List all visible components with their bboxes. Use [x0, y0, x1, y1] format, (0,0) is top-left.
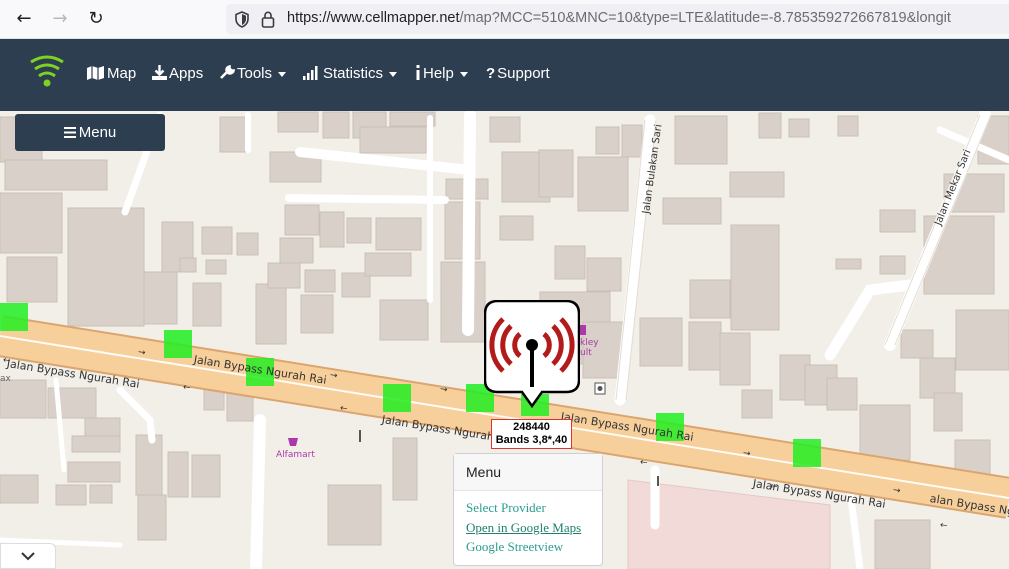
download-icon [152, 65, 167, 80]
url-text: https://www.cellmapper.net/map?MCC=510&M… [287, 10, 951, 26]
lock-icon [261, 11, 275, 28]
cellmapper-logo-icon[interactable] [29, 53, 65, 91]
reload-icon[interactable]: ↻ [84, 7, 108, 31]
cell-id: 248440 [513, 421, 550, 433]
svg-text:←: ← [939, 520, 948, 531]
nav-apps[interactable]: Apps [152, 65, 203, 82]
poi-label: ult [580, 348, 592, 358]
popup-title: Menu [454, 454, 602, 491]
svg-text:←: ← [182, 382, 191, 393]
browser-toolbar: ← → ↻ https://www.cellmapper.net/map?MCC… [0, 0, 1009, 39]
poi-label: Alfamart [276, 450, 315, 460]
back-icon[interactable]: ← [12, 7, 36, 31]
address-bar[interactable]: https://www.cellmapper.net/map?MCC=510&M… [226, 4, 1009, 34]
info-icon [416, 65, 420, 80]
signal-icon [303, 66, 318, 80]
nav-tools[interactable]: Tools [220, 64, 287, 82]
collapse-panel-button[interactable] [0, 543, 56, 569]
nav-support[interactable]: ? Support [486, 65, 550, 82]
question-icon: ? [486, 65, 496, 82]
map-icon [87, 66, 104, 80]
shield-icon [235, 11, 249, 28]
chevron-down-icon [21, 552, 35, 561]
cell-tower-marker[interactable] [484, 300, 580, 412]
wrench-icon [220, 64, 236, 79]
google-streetview-link[interactable]: Google Streetview [466, 537, 602, 557]
shop-icon [288, 438, 298, 446]
map-context-popup: Menu Select Provider Open in Google Maps… [453, 453, 603, 566]
forward-icon[interactable]: → [48, 7, 72, 31]
svg-text:←: ← [639, 457, 648, 468]
open-google-maps-link[interactable]: Open in Google Maps [466, 518, 602, 538]
nav-statistics[interactable]: Statistics [303, 65, 398, 82]
site-navbar: Map Apps Tools Statistics Help ? Support [0, 39, 1009, 111]
map-menu-button[interactable]: Menu [15, 114, 165, 151]
hamburger-icon [63, 127, 76, 138]
poi-label: kley [580, 338, 599, 348]
poi-label: ax [0, 374, 11, 384]
nav-help[interactable]: Help [415, 65, 468, 82]
cell-info-label[interactable]: 248440 Bands 3,8*,40 [491, 419, 572, 449]
cell-bands: Bands 3,8*,40 [495, 434, 568, 446]
select-provider-link[interactable]: Select Provider [466, 498, 602, 518]
nav-map[interactable]: Map [87, 65, 136, 82]
